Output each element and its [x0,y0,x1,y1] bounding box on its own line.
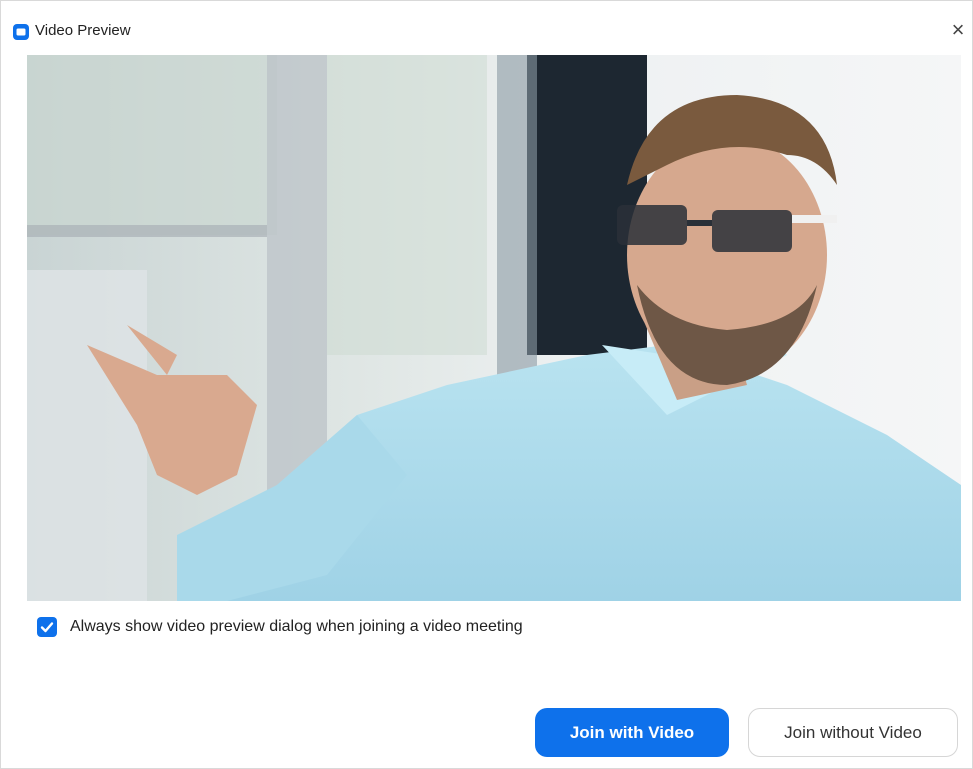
video-preview-dialog: Video Preview × Always show video previe… [0,0,973,769]
join-with-video-button[interactable]: Join with Video [535,708,729,757]
video-preview-area [27,55,961,601]
camera-feed-image [27,55,961,601]
checkmark-icon [40,622,54,633]
zoom-camera-icon [13,24,29,40]
always-show-preview-checkbox[interactable] [37,617,57,637]
title-bar: Video Preview × [1,1,972,45]
close-button[interactable]: × [947,18,969,42]
checkbox-label: Always show video preview dialog when jo… [70,618,523,635]
window-title: Video Preview [35,22,131,39]
join-without-video-button[interactable]: Join without Video [748,708,958,757]
